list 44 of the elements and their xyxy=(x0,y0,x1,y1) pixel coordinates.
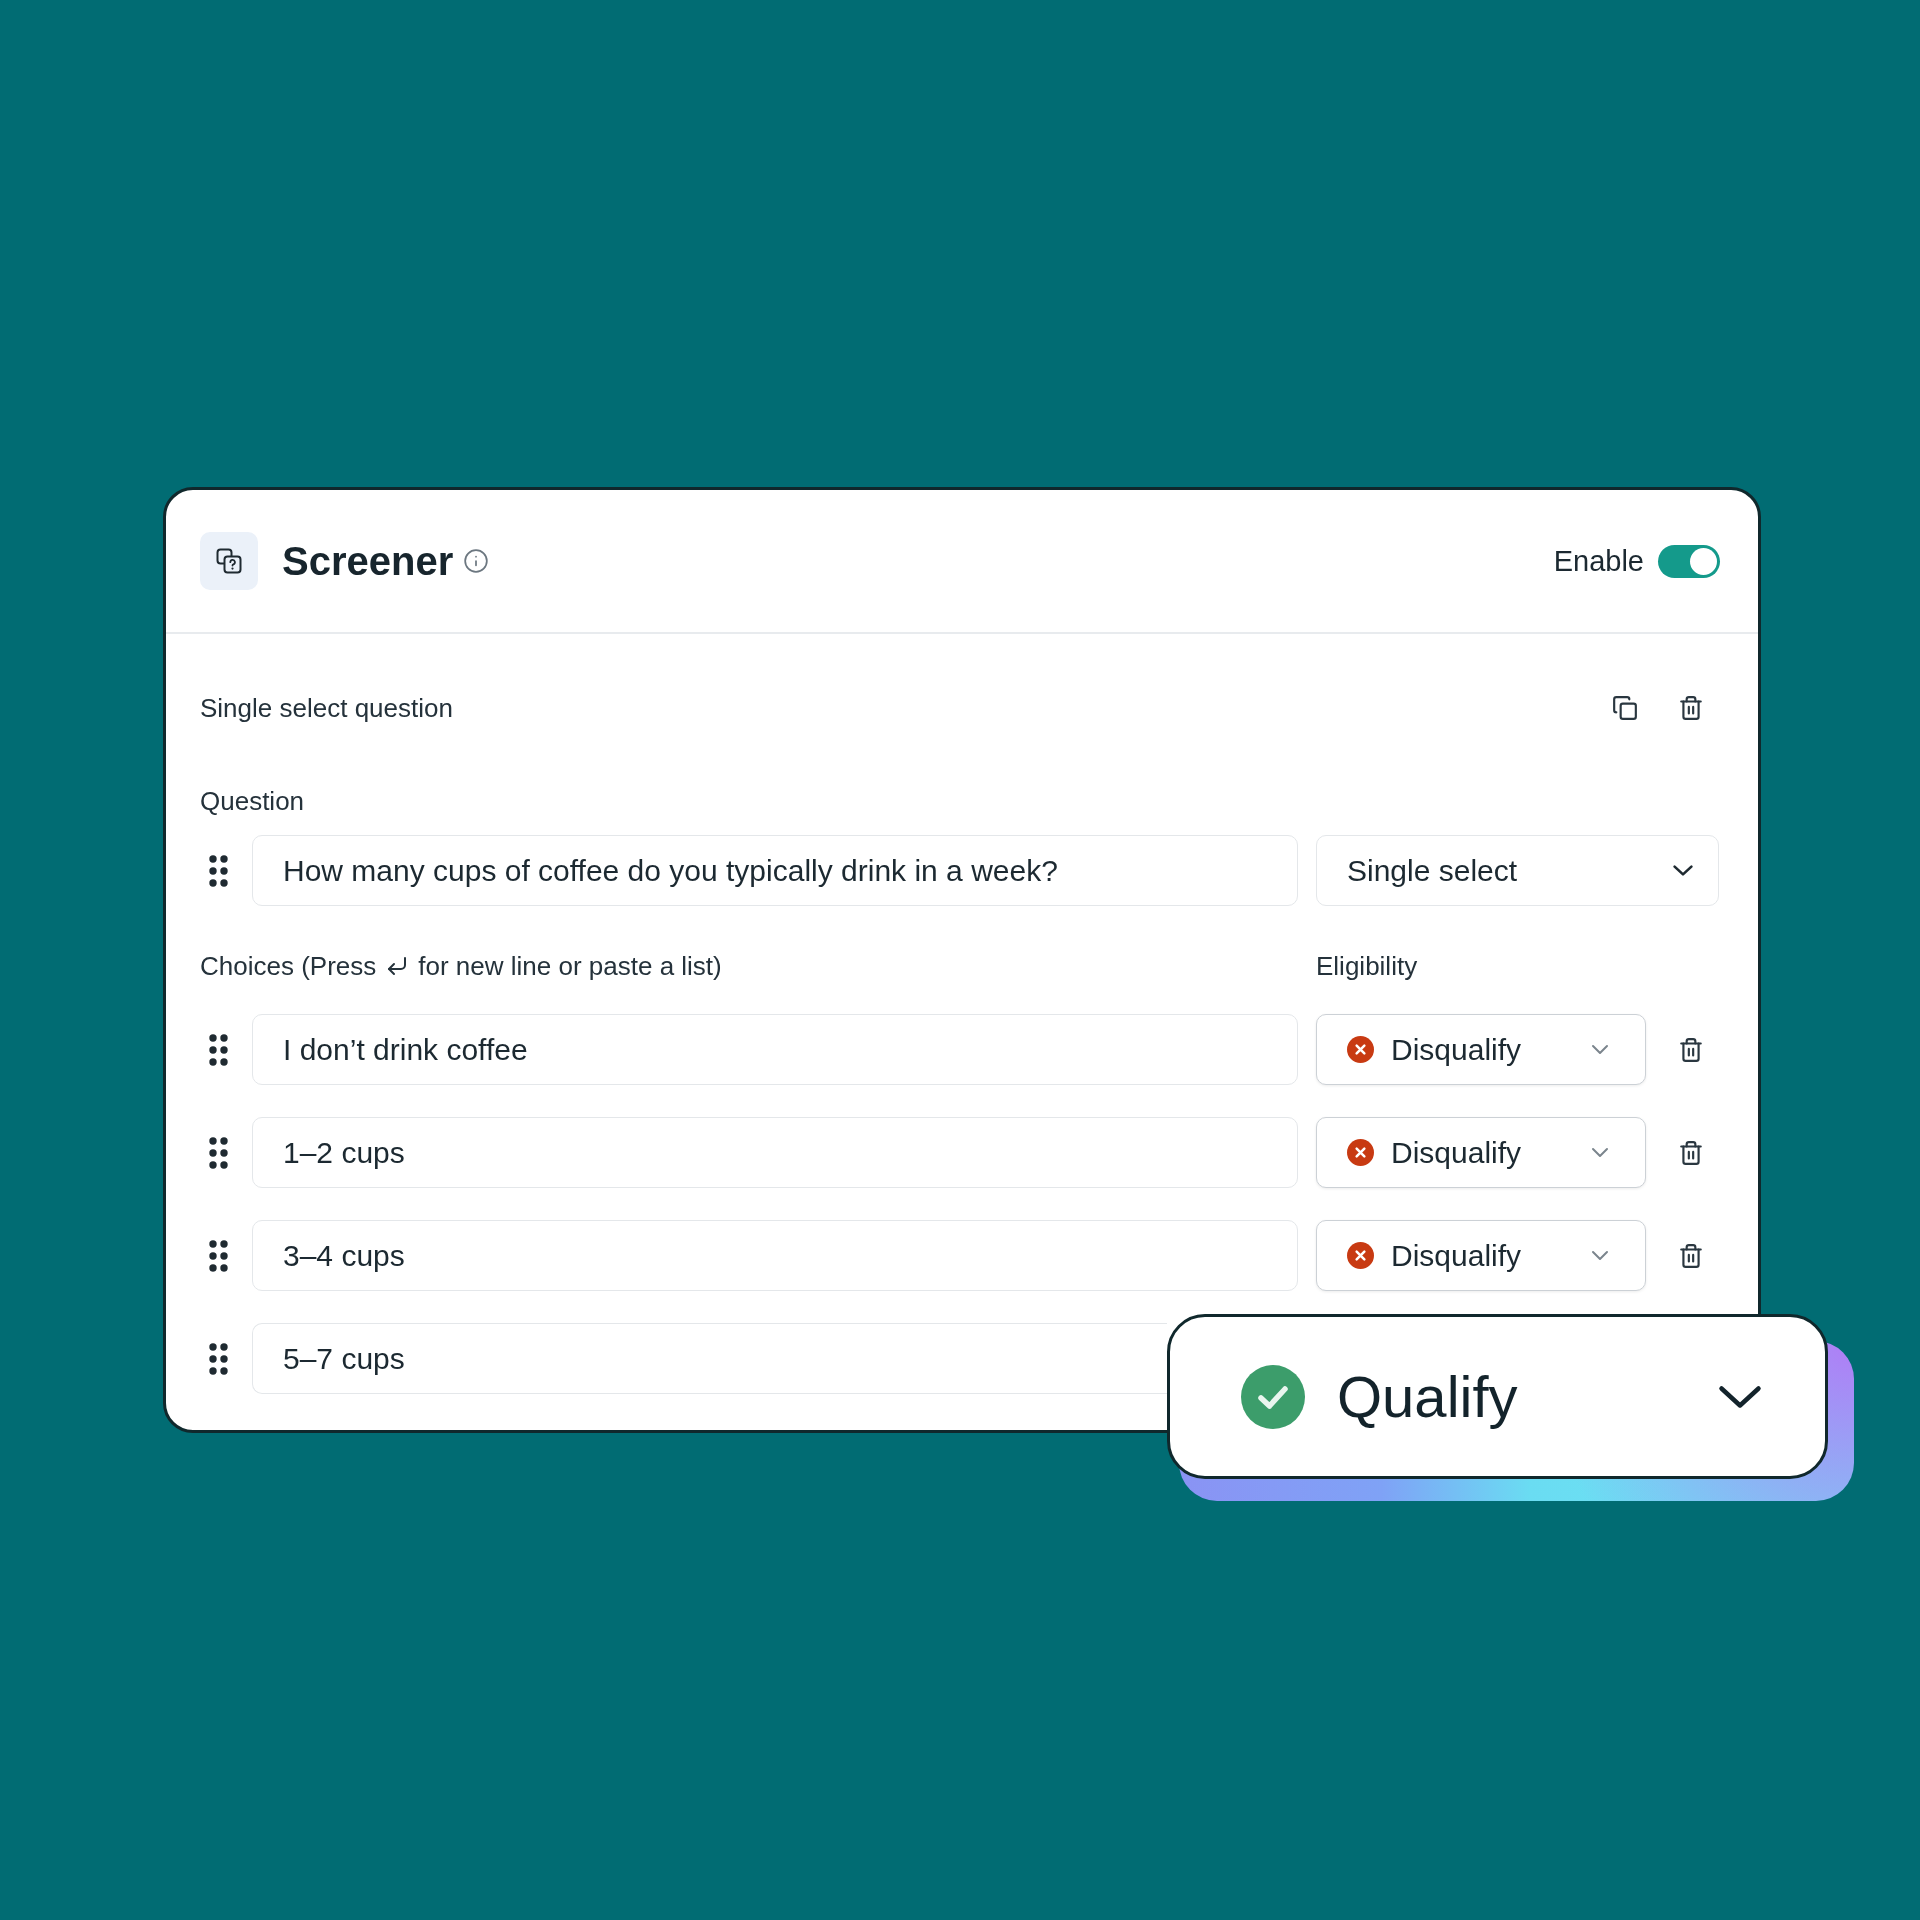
x-circle-icon xyxy=(1347,1139,1374,1166)
info-icon[interactable] xyxy=(463,548,490,574)
eligibility-label: Eligibility xyxy=(1316,951,1418,981)
eligibility-select[interactable]: Disqualify xyxy=(1316,1117,1646,1188)
eligibility-select-enlarged[interactable]: Qualify xyxy=(1167,1314,1828,1479)
chevron-down-icon xyxy=(1672,864,1694,877)
enable-label: Enable xyxy=(1553,544,1644,579)
question-cards-icon xyxy=(216,548,242,574)
check-circle-icon xyxy=(1241,1364,1305,1429)
trash-icon xyxy=(1678,1139,1704,1166)
chevron-down-icon xyxy=(1717,1383,1763,1410)
choice-input[interactable]: 1–2 cups xyxy=(252,1117,1298,1188)
enable-toggle[interactable] xyxy=(1658,544,1720,578)
duplicate-button[interactable] xyxy=(1612,695,1638,721)
choice-input[interactable]: 3–4 cups xyxy=(252,1220,1298,1291)
eligibility-select[interactable]: Disqualify xyxy=(1316,1220,1646,1291)
question-type-select[interactable]: Single select xyxy=(1316,835,1719,906)
chevron-down-icon xyxy=(1591,1147,1609,1158)
drag-handle-icon[interactable] xyxy=(209,1239,228,1272)
x-circle-icon xyxy=(1347,1242,1374,1269)
delete-button[interactable] xyxy=(1678,695,1704,721)
question-input[interactable]: How many cups of coffee do you typically drink in a week? xyxy=(252,835,1298,906)
drag-handle-icon[interactable] xyxy=(209,1033,228,1066)
trash-icon xyxy=(1678,695,1704,721)
chevron-down-icon xyxy=(1591,1250,1609,1261)
delete-choice-button[interactable] xyxy=(1678,1036,1704,1063)
copy-icon xyxy=(1612,695,1638,721)
chevron-down-icon xyxy=(1591,1044,1609,1055)
delete-choice-button[interactable] xyxy=(1678,1139,1704,1166)
choice-input[interactable]: 5–7 cups xyxy=(252,1323,1167,1394)
trash-icon xyxy=(1678,1036,1704,1063)
question-type-heading: Single select question xyxy=(200,692,453,724)
screener-title: Screener xyxy=(282,538,454,585)
delete-choice-button[interactable] xyxy=(1678,1242,1704,1269)
choices-label: Choices (Press xyxy=(200,951,377,981)
question-label: Question xyxy=(200,786,305,816)
choice-input[interactable]: I don’t drink coffee xyxy=(252,1014,1298,1085)
x-circle-icon xyxy=(1347,1036,1374,1063)
choices-hint: for new line or paste a list) xyxy=(418,951,722,981)
drag-handle-icon[interactable] xyxy=(209,854,228,887)
drag-handle-icon[interactable] xyxy=(209,1136,228,1169)
eligibility-select[interactable]: Disqualify xyxy=(1316,1014,1646,1085)
trash-icon xyxy=(1678,1242,1704,1269)
drag-handle-icon[interactable] xyxy=(209,1342,228,1375)
